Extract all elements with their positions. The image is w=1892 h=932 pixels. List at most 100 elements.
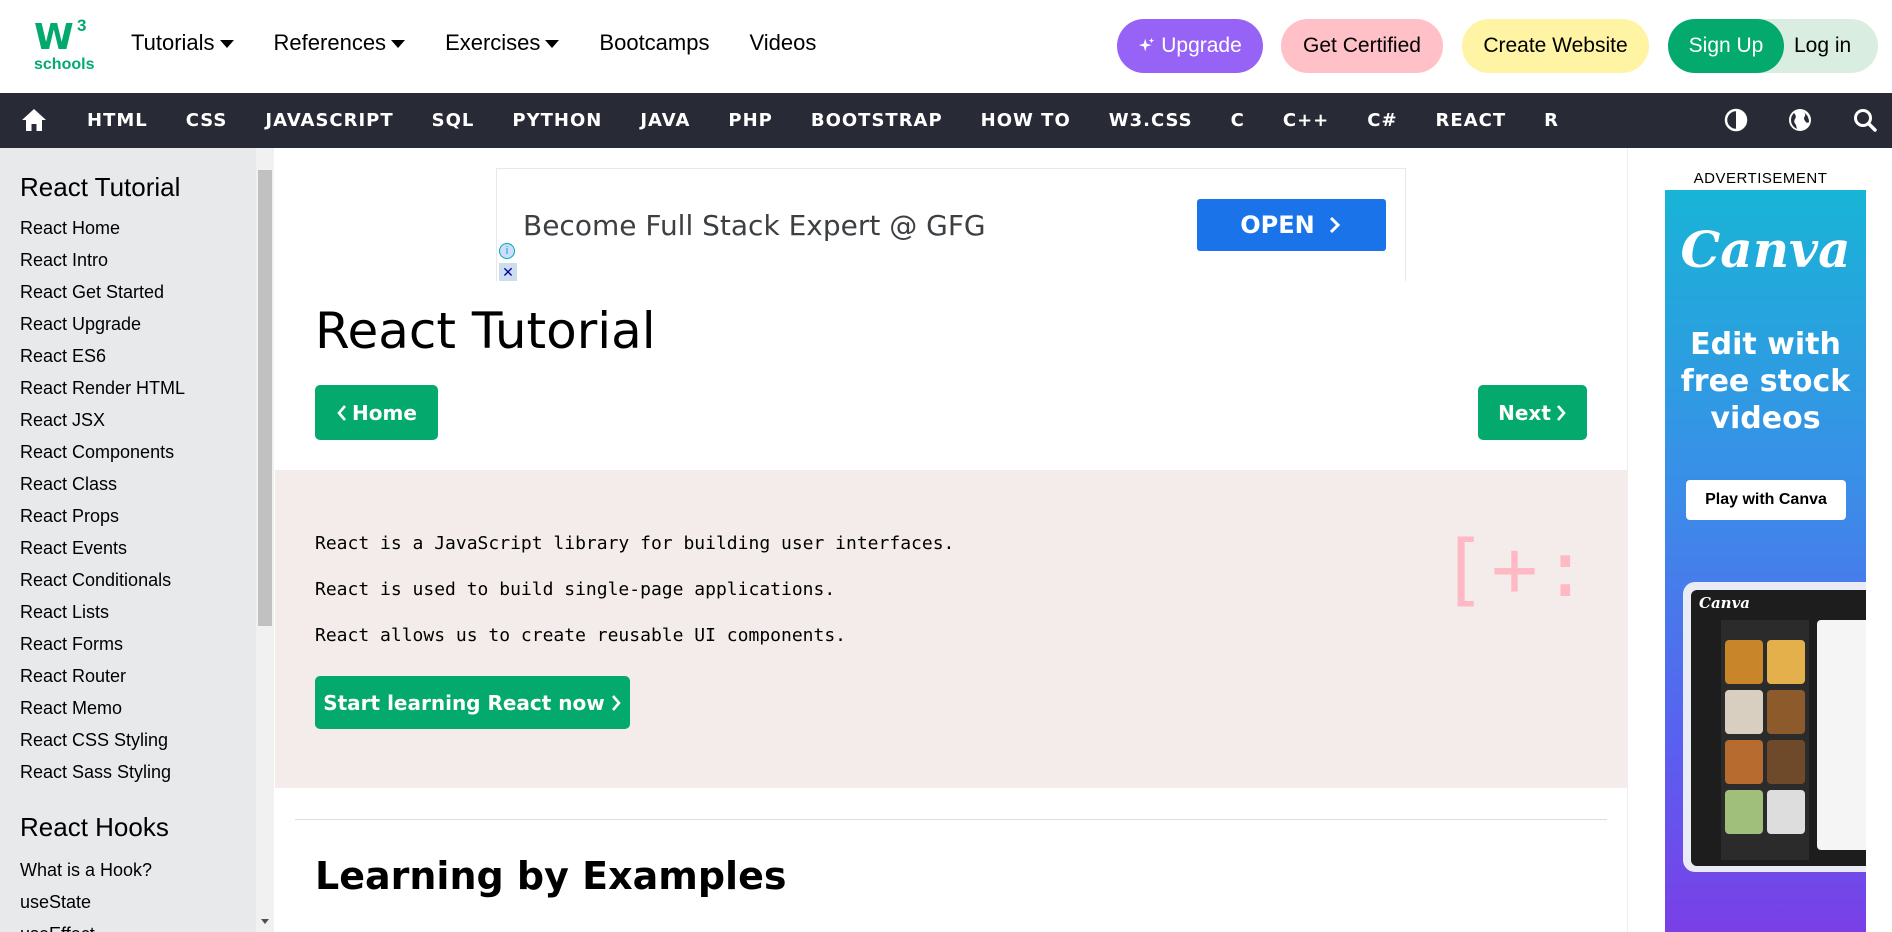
chevron-right-icon [1329,216,1340,234]
caret-down-icon [391,40,406,48]
nav-cpp[interactable]: C++ [1283,110,1329,131]
sidebar-item-react-home[interactable]: React Home [20,212,185,244]
sidebar-scrollbar[interactable] [256,148,274,932]
right-ad-column: ADVERTISEMENT Canva Edit with free stock… [1627,148,1892,932]
section-title: Learning by Examples [315,854,787,898]
food-thumbnail [1725,740,1763,784]
language-links: HTML CSS JAVASCRIPT SQL PYTHON JAVA PHP … [87,93,1597,148]
nav-java[interactable]: JAVA [640,110,690,131]
intro-line-3: React allows us to create reusable UI co… [315,625,847,646]
exercises-menu[interactable]: Exercises [445,30,560,56]
food-thumbnail [1767,740,1805,784]
screen-preview-plate [1817,620,1866,850]
ad-info-icon[interactable]: i [499,243,515,259]
home-button-label: Home [352,400,417,425]
food-thumbnail [1767,690,1805,734]
canva-advertisement[interactable]: Canva Edit with free stock videos Play w… [1665,190,1866,932]
tutorials-menu[interactable]: Tutorials [131,30,234,56]
sidebar-item-react-css-styling[interactable]: React CSS Styling [20,724,185,756]
log-in-button[interactable]: Log in [1794,19,1851,73]
sidebar-item-react-memo[interactable]: React Memo [20,692,185,724]
sidebar-item-react-get-started[interactable]: React Get Started [20,276,185,308]
ad-open-button[interactable]: OPEN [1197,199,1386,251]
scrollbar-thumb[interactable] [258,170,272,626]
intro-line-1: React is a JavaScript library for buildi… [315,533,955,554]
sidebar-item-what-is-hook[interactable]: What is a Hook? [20,854,152,886]
logo-mark: W [34,17,74,58]
caret-down-icon [545,40,560,48]
sidebar-item-react-class[interactable]: React Class [20,468,185,500]
search-icon[interactable] [1852,107,1878,133]
nav-r[interactable]: R [1544,110,1559,131]
nav-python[interactable]: PYTHON [512,110,602,131]
scroll-down-arrow-icon[interactable] [261,919,269,924]
upgrade-button[interactable]: Upgrade [1117,19,1263,73]
nav-html[interactable]: HTML [87,110,148,131]
nav-bootstrap[interactable]: BOOTSTRAP [811,110,943,131]
videos-link[interactable]: Videos [749,30,816,56]
references-menu[interactable]: References [274,30,406,56]
sidebar-item-react-forms[interactable]: React Forms [20,628,185,660]
nav-how-to[interactable]: HOW TO [981,110,1071,131]
nav-csharp[interactable]: C# [1367,110,1397,131]
canva-headline: Edit with free stock videos [1680,327,1851,436]
sidebar-item-usestate[interactable]: useState [20,886,152,918]
sidebar-item-useeffect[interactable]: useEffect [20,918,152,932]
w3schools-logo[interactable]: W 3 schools [34,16,96,76]
sidebar-item-react-es6[interactable]: React ES6 [20,340,185,372]
food-thumbnail [1725,790,1763,834]
language-nav: HTML CSS JAVASCRIPT SQL PYTHON JAVA PHP … [0,93,1892,148]
next-button-label: Next [1498,400,1551,425]
ad-open-label: OPEN [1240,211,1315,239]
bootcamps-link[interactable]: Bootcamps [599,30,709,56]
laptop-mockup-image: Canva [1683,582,1866,872]
nav-c[interactable]: C [1231,110,1245,131]
chevron-right-icon [1556,404,1566,421]
references-label: References [273,30,387,55]
auth-group: Sign Up Log in [1668,19,1878,73]
nav-php[interactable]: PHP [728,110,772,131]
contrast-icon[interactable] [1723,107,1749,133]
nav-w3css[interactable]: W3.CSS [1109,110,1193,131]
nav-javascript[interactable]: JAVASCRIPT [265,110,393,131]
globe-icon[interactable] [1787,107,1813,133]
sidebar-item-react-events[interactable]: React Events [20,532,185,564]
nav-sql[interactable]: SQL [432,110,475,131]
sidebar-item-react-router[interactable]: React Router [20,660,185,692]
nav-react[interactable]: REACT [1436,110,1507,131]
sidebar-item-react-components[interactable]: React Components [20,436,185,468]
logo-superscript: 3 [77,16,87,35]
ad-text: Become Full Stack Expert @ GFG [523,209,986,242]
sidebar-item-react-upgrade[interactable]: React Upgrade [20,308,185,340]
start-learning-label: Start learning React now [323,690,605,715]
ad-close-icon[interactable]: ✕ [499,263,517,281]
top-advertisement[interactable]: Become Full Stack Expert @ GFG OPEN i ✕ [496,168,1406,281]
food-thumbnail [1725,690,1763,734]
top-nav: Tutorials References Exercises Bootcamps… [131,30,856,56]
tutorials-label: Tutorials [131,30,215,55]
create-website-button[interactable]: Create Website [1462,19,1649,73]
intro-panel: React is a JavaScript library for buildi… [275,470,1627,788]
sign-up-button[interactable]: Sign Up [1668,19,1784,73]
main-content: Become Full Stack Expert @ GFG OPEN i ✕ … [275,148,1627,932]
nav-css[interactable]: CSS [186,110,228,131]
canva-logo: Canva [1680,220,1851,279]
start-learning-button[interactable]: Start learning React now [315,676,630,729]
home-icon[interactable] [20,107,48,133]
food-thumbnail [1725,640,1763,684]
sidebar-item-react-conditionals[interactable]: React Conditionals [20,564,185,596]
sidebar-item-react-intro[interactable]: React Intro [20,244,185,276]
next-button[interactable]: Next [1478,385,1587,440]
sidebar-list-tutorial: React Home React Intro React Get Started… [20,212,185,788]
sidebar-item-react-lists[interactable]: React Lists [20,596,185,628]
sidebar-item-react-render-html[interactable]: React Render HTML [20,372,185,404]
top-header: W 3 schools Tutorials References Exercis… [0,0,1892,93]
home-button[interactable]: Home [315,385,438,440]
advertisement-label: ADVERTISEMENT [1693,170,1828,187]
screen-canva-logo: Canva [1699,594,1750,612]
play-with-canva-button[interactable]: Play with Canva [1686,480,1846,520]
sidebar-item-react-props[interactable]: React Props [20,500,185,532]
sidebar-item-react-sass-styling[interactable]: React Sass Styling [20,756,185,788]
sidebar-item-react-jsx[interactable]: React JSX [20,404,185,436]
get-certified-button[interactable]: Get Certified [1281,19,1443,73]
